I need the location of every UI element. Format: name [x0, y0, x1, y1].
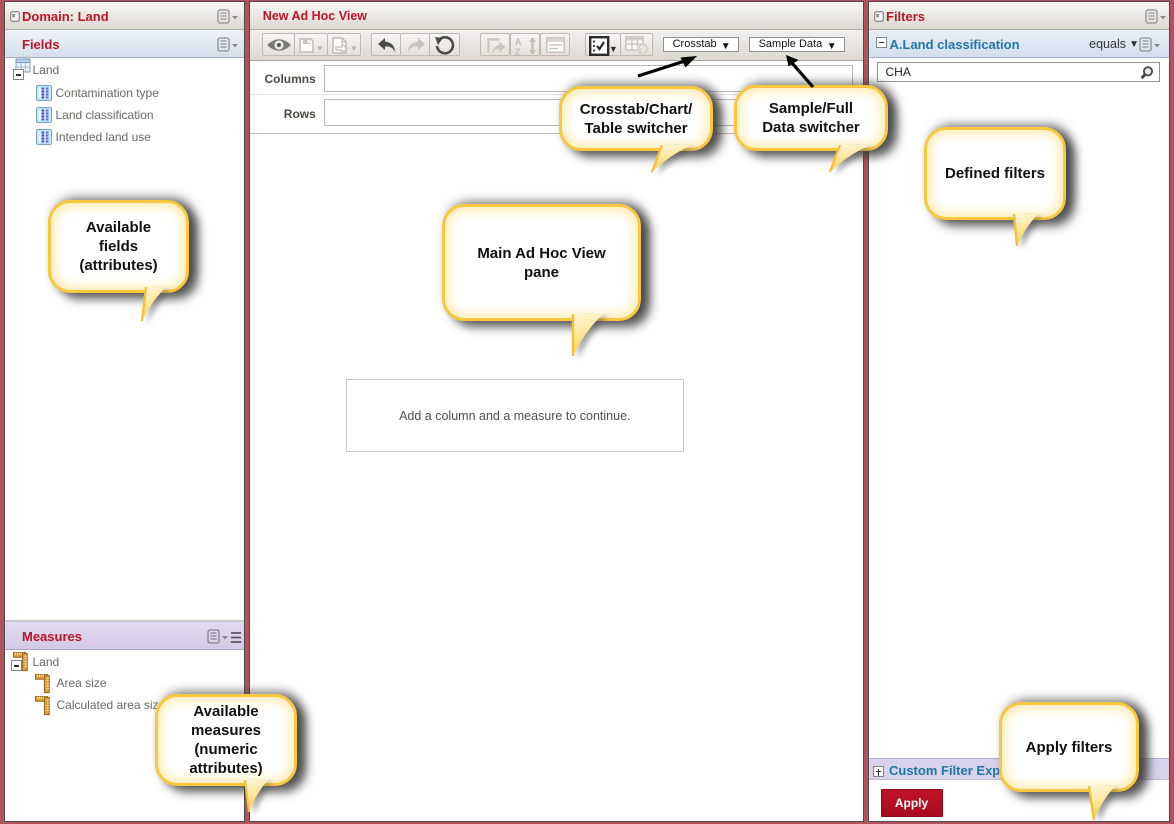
svg-text:A: A	[515, 37, 522, 47]
svg-text:?: ?	[639, 45, 645, 56]
svg-text:Z: Z	[515, 47, 521, 56]
